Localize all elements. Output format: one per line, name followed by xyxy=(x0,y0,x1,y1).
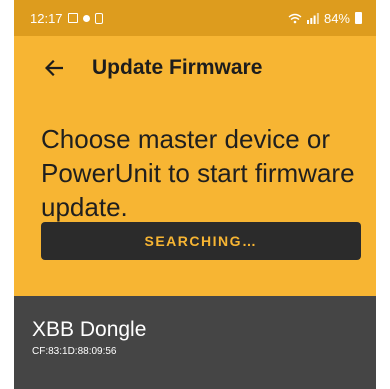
wifi-icon xyxy=(288,13,302,23)
battery-percent: 84% xyxy=(323,10,350,26)
device-item[interactable]: XBB Dongle CF:83:1D:88:09:56 xyxy=(32,318,146,357)
arrow-left-icon xyxy=(45,60,63,76)
signal-icon xyxy=(306,12,319,24)
status-left: 12:17 xyxy=(30,11,103,26)
device-mac: CF:83:1D:88:09:56 xyxy=(32,346,117,357)
gallery-icon xyxy=(67,13,78,23)
instruction-text: Choose master device or PowerUnit to sta… xyxy=(41,124,355,222)
device-list: XBB Dongle CF:83:1D:88:09:56 xyxy=(14,296,376,389)
app-screen: 12:17 84% Update Firmware Choose master … xyxy=(14,0,376,389)
toolbar: Update Firmware xyxy=(14,36,376,100)
notification-icon xyxy=(94,12,103,24)
back-button[interactable] xyxy=(34,48,74,88)
searching-button[interactable]: SEARCHING… xyxy=(41,222,361,260)
status-bar: 12:17 84% xyxy=(14,0,376,36)
status-time: 12:17 xyxy=(30,10,63,26)
battery-icon xyxy=(355,12,362,24)
status-right: 84% xyxy=(288,11,362,26)
location-icon xyxy=(82,14,90,22)
page-title: Update Firmware xyxy=(92,56,263,79)
device-name: XBB Dongle xyxy=(32,318,147,341)
